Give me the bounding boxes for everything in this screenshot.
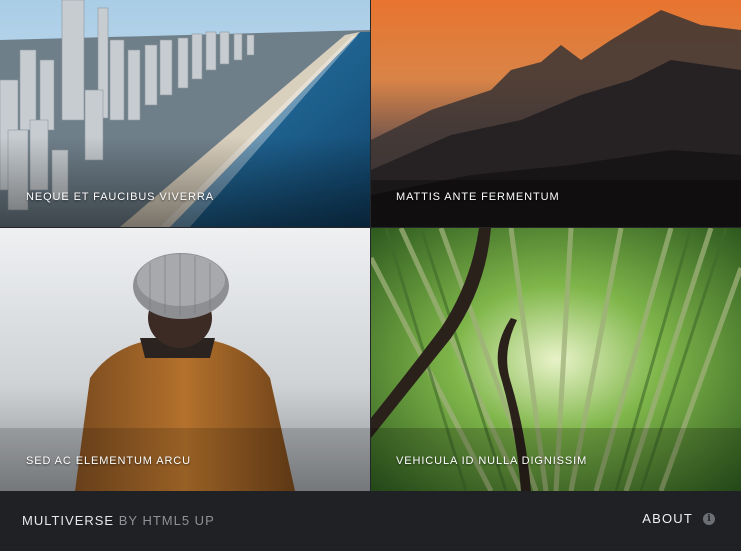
gallery-tile-coastline[interactable]: NEQUE ET FAUCIBUS VIVERRA (0, 0, 370, 227)
gallery-tile-mountains[interactable]: MATTIS ANTE FERMENTUM (371, 0, 741, 227)
gallery-tile-forest[interactable]: VEHICULA ID NULLA DIGNISSIM (371, 228, 741, 491)
bamboo-forest-image (371, 228, 741, 491)
about-button[interactable]: ABOUT i (642, 511, 715, 526)
gallery-tile-person[interactable]: SED AC ELEMENTUM ARCU (0, 228, 370, 491)
brand-name: MULTIVERSE (22, 513, 115, 528)
person-beanie-image (0, 228, 370, 491)
tile-caption: SED AC ELEMENTUM ARCU (26, 455, 191, 467)
site-brand[interactable]: MULTIVERSE BY HTML5 UP (22, 513, 215, 528)
tile-caption: NEQUE ET FAUCIBUS VIVERRA (26, 191, 214, 203)
tile-caption: MATTIS ANTE FERMENTUM (396, 191, 560, 203)
about-label: ABOUT (642, 511, 693, 526)
info-icon: i (703, 512, 715, 525)
footer-bar: MULTIVERSE BY HTML5 UP ABOUT i (0, 491, 741, 551)
brand-byline: BY HTML5 UP (118, 513, 215, 528)
tile-caption: VEHICULA ID NULLA DIGNISSIM (396, 455, 588, 467)
